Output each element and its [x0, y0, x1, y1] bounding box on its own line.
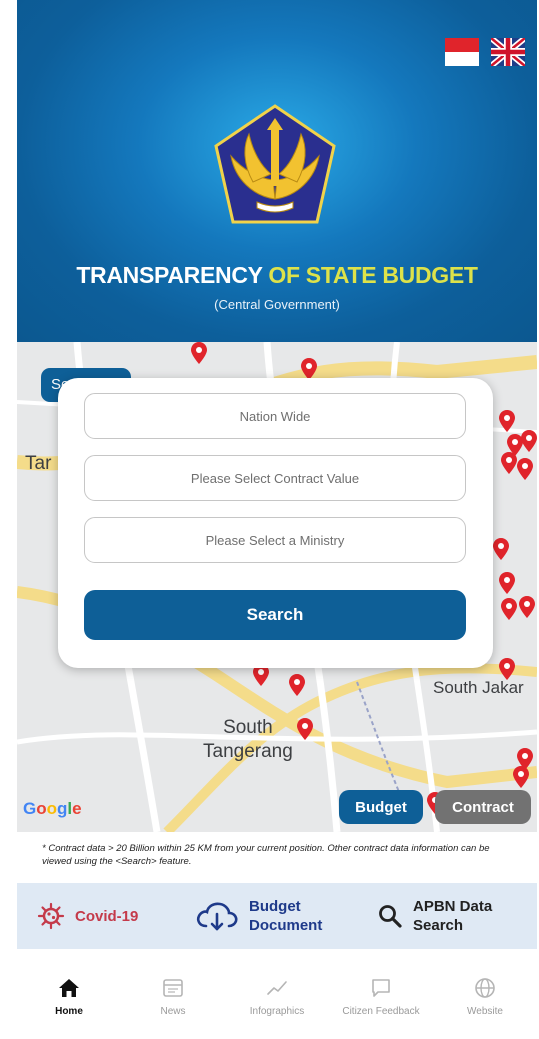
budget-document-link[interactable]: Budget Document [195, 883, 349, 949]
chart-line-icon [267, 981, 287, 995]
budget-toggle-button[interactable]: Budget [339, 790, 423, 824]
nav-news-label: News [160, 1006, 186, 1017]
chat-bubble-icon [372, 979, 390, 997]
map-pin-icon[interactable] [513, 766, 529, 788]
region-select[interactable]: Nation Wide [84, 393, 466, 439]
app-title: TRANSPARENCY OF STATE BUDGET [17, 262, 537, 289]
covid-link[interactable]: Covid-19 [37, 883, 138, 949]
covid-link-label: Covid-19 [75, 907, 139, 925]
nav-home[interactable]: Home [17, 960, 121, 1030]
indonesian-flag-icon[interactable] [445, 38, 479, 66]
home-icon [59, 979, 79, 997]
nav-citizen-feedback[interactable]: Citizen Feedback [329, 960, 433, 1030]
uk-flag-icon[interactable] [491, 38, 525, 66]
map-pin-icon[interactable] [517, 458, 533, 480]
nav-infographics[interactable]: Infographics [225, 960, 329, 1030]
app-title-part1: TRANSPARENCY [76, 262, 263, 288]
nav-website-label: Website [467, 1006, 503, 1017]
contract-toggle-button[interactable]: Contract [435, 790, 531, 824]
map-label-south-jakarta: South Jakar [433, 678, 524, 697]
bottom-navigation: Home News Infographics Citizen Feedback … [17, 960, 537, 1039]
map-pin-icon[interactable] [501, 452, 517, 474]
map-pin-icon[interactable] [499, 572, 515, 594]
google-logo: Google [23, 799, 82, 818]
nav-news[interactable]: News [121, 960, 225, 1030]
search-button[interactable]: Search [84, 590, 466, 640]
nav-citizen-feedback-label: Citizen Feedback [342, 1006, 420, 1017]
globe-icon [475, 978, 495, 998]
quick-links-bar: Covid-19 Budget Document APBN Data Searc… [17, 883, 537, 949]
apbn-data-search-label: APBN Data Search [413, 898, 493, 934]
apbn-data-search-link[interactable]: APBN Data Search [377, 883, 513, 949]
app-subtitle: (Central Government) [214, 297, 340, 312]
map-pin-icon[interactable] [521, 430, 537, 452]
map-pin-icon[interactable] [191, 342, 207, 364]
app-header: TRANSPARENCY OF STATE BUDGET (Central Go… [17, 0, 537, 342]
magnifier-icon [379, 905, 402, 928]
map-pin-icon[interactable] [499, 410, 515, 432]
budget-document-label: Budget Document [249, 898, 323, 934]
cloud-download-icon [196, 902, 238, 931]
map-pin-icon[interactable] [289, 674, 305, 696]
search-card: Nation Wide Please Select Contract Value… [58, 378, 493, 668]
map-label-south-tangerang: South Tangerang [203, 717, 293, 762]
map-pin-icon[interactable] [519, 596, 535, 618]
map-pin-icon[interactable] [501, 598, 517, 620]
news-icon [163, 979, 183, 997]
map-pin-icon[interactable] [297, 718, 313, 740]
virus-icon [37, 902, 65, 930]
map-label-tangerang: Tar [25, 453, 52, 474]
nav-home-label: Home [55, 1006, 83, 1017]
ministry-of-finance-logo [214, 104, 336, 224]
map-pin-icon[interactable] [301, 358, 317, 380]
app-title-part2: OF STATE BUDGET [268, 262, 478, 288]
ministry-select[interactable]: Please Select a Ministry [84, 517, 466, 563]
map-pin-icon[interactable] [493, 538, 509, 560]
nav-infographics-label: Infographics [249, 1006, 305, 1017]
contract-value-select[interactable]: Please Select Contract Value [84, 455, 466, 501]
contract-note: * Contract data > 20 Billion within 25 K… [42, 843, 490, 867]
nav-website[interactable]: Website [433, 960, 537, 1030]
